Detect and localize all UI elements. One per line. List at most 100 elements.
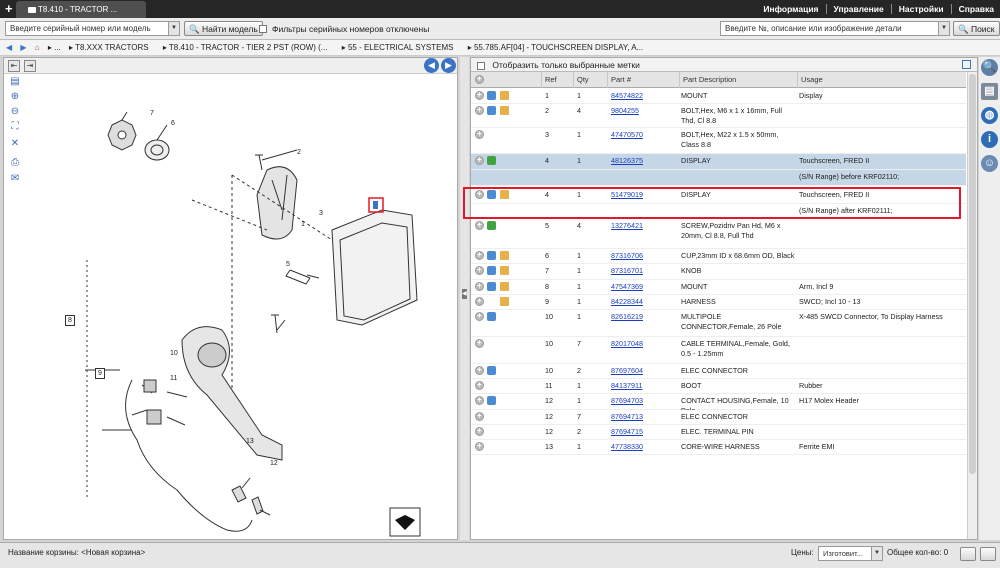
table-row[interactable]: 10 1 82616219 MULTIPOLE CONNECTOR,Female, 2… [471, 310, 966, 337]
cell-part[interactable]: 47547369 [611, 282, 677, 292]
substitute-icon[interactable] [487, 366, 496, 375]
col-desc[interactable]: Part Description [679, 72, 797, 88]
export-icon[interactable] [962, 60, 971, 69]
table-row[interactable]: 3 1 47470570 BOLT,Hex, M22 x 1.5 x 50mm, Cl… [471, 128, 966, 154]
add-to-cart-icon[interactable] [475, 281, 484, 291]
fit-icon[interactable]: ⛶ [8, 121, 22, 133]
search-button[interactable]: 🔍 Поиск [953, 21, 1000, 36]
col-ref[interactable]: Ref [541, 72, 573, 88]
callout-label[interactable]: 3 [319, 210, 323, 217]
add-to-cart-icon[interactable] [475, 441, 484, 451]
table-row[interactable]: 11184137911BOOTRubber [471, 379, 966, 394]
cell-part[interactable]: 48126375 [611, 156, 677, 166]
substitute-icon[interactable] [487, 266, 496, 275]
clear-selection-icon[interactable]: ✕ [8, 138, 22, 150]
chevron-down-icon[interactable]: ▼ [168, 22, 179, 35]
menu-item-info[interactable]: Информация [756, 4, 827, 14]
thumbnail-icon[interactable]: ▤ [8, 76, 22, 88]
add-to-cart-icon[interactable] [475, 338, 484, 348]
package-icon[interactable] [500, 251, 509, 260]
copy-cart-icon[interactable] [960, 547, 976, 561]
col-qty[interactable]: Qty [573, 72, 607, 88]
breadcrumb-item[interactable]: ▸ 55 - ELECTRICAL SYSTEMS [342, 43, 460, 52]
user-icon[interactable]: ☺ [981, 155, 998, 172]
cell-part[interactable]: 87694703 [611, 396, 677, 406]
add-to-cart-icon[interactable] [475, 311, 484, 321]
cell-part[interactable]: 82017048 [611, 339, 677, 349]
substitute-icon[interactable] [487, 312, 496, 321]
table-row[interactable]: 12 2 87694715 ELEC. TERMINAL PIN [471, 425, 966, 440]
add-to-cart-icon[interactable] [475, 220, 484, 230]
add-to-cart-icon[interactable] [475, 250, 484, 260]
cell-part[interactable]: 9804255 [611, 106, 677, 116]
cell-part[interactable]: 87694715 [611, 427, 677, 437]
table-row[interactable]: 4 1 48126375 DISPLAY Touchscreen, FRED II [471, 154, 966, 170]
callout-label[interactable]: 11 [170, 375, 177, 382]
zoom-in-icon[interactable]: ⊕ [8, 91, 22, 103]
add-to-cart-icon[interactable] [475, 189, 484, 199]
callout-label[interactable]: 5 [286, 261, 290, 268]
cell-part[interactable]: 87316701 [611, 266, 677, 276]
table-row[interactable]: 4 1 51479019 DISPLAY Touchscreen, FRED II [471, 188, 966, 204]
breadcrumb-item[interactable]: ▸ T8.XXX TRACTORS [69, 43, 155, 52]
search-parts-icon[interactable]: 🔍 [981, 59, 998, 76]
home-icon[interactable]: ⌂ [35, 43, 40, 52]
scroll-thumb[interactable] [969, 74, 976, 474]
package-icon[interactable] [500, 106, 509, 115]
cell-part[interactable]: 84574822 [611, 91, 677, 101]
table-row[interactable]: 1 1 84574822 MOUNT Display [471, 89, 966, 104]
col-part[interactable]: Part # [607, 72, 679, 88]
package-icon[interactable] [500, 266, 509, 275]
globe-icon[interactable]: ◍ [981, 107, 998, 124]
callout-label[interactable]: 6 [171, 120, 175, 127]
zoom-out-icon[interactable]: ⊖ [8, 106, 22, 118]
callout-label[interactable]: 1 [301, 221, 305, 228]
add-to-cart-icon[interactable] [475, 296, 484, 306]
collapse-handle-icon[interactable]: ◀ [462, 289, 467, 299]
prices-select[interactable]: Изготовит... ▼ [818, 546, 883, 561]
expand-right-icon[interactable]: ⇥ [24, 60, 36, 72]
add-to-cart-icon[interactable] [475, 395, 484, 405]
cell-part[interactable]: 82616219 [611, 312, 677, 322]
table-row[interactable]: 10 2 87697604 ELEC CONNECTOR [471, 364, 966, 379]
cell-part[interactable]: 84228344 [611, 297, 677, 307]
add-to-cart-icon[interactable] [475, 129, 484, 139]
cell-part[interactable]: 87316706 [611, 251, 677, 261]
callout-label[interactable]: 7 [150, 110, 154, 117]
new-tab-plus-icon[interactable]: + [5, 1, 13, 16]
table-row[interactable]: 6 1 87316706 CUP,23mm ID x 68.6mm OD, Black [471, 249, 966, 264]
add-to-cart-icon[interactable] [475, 105, 484, 115]
add-to-cart-icon[interactable] [475, 90, 484, 100]
callout-label[interactable]: 13 [246, 438, 254, 445]
callout-label[interactable]: 9 [95, 368, 105, 379]
replacement-arrow-icon[interactable] [487, 221, 496, 230]
col-usage[interactable]: Usage [797, 72, 966, 88]
cell-part[interactable]: 47470570 [611, 130, 677, 140]
menu-item-settings[interactable]: Настройки [892, 4, 952, 14]
add-to-cart-icon[interactable] [475, 155, 484, 165]
breadcrumb-item[interactable]: ▸ T8.410 - TRACTOR - TIER 2 PST (ROW) (.… [163, 43, 334, 52]
email-icon[interactable]: ✉ [8, 173, 22, 185]
package-icon[interactable] [500, 91, 509, 100]
exploded-view-diagram[interactable] [32, 80, 452, 540]
add-all-icon[interactable] [475, 74, 484, 84]
table-row[interactable]: 7 1 87316701 KNOB [471, 264, 966, 280]
replacement-arrow-icon[interactable] [487, 156, 496, 165]
cell-part[interactable]: 51479019 [611, 190, 677, 200]
table-row[interactable]: 8 1 47547369 MOUNT Arm, Incl 9 [471, 280, 966, 295]
open-cart-icon[interactable] [980, 547, 996, 561]
chevron-down-icon[interactable]: ▼ [871, 547, 882, 560]
substitute-icon[interactable] [487, 251, 496, 260]
add-to-cart-icon[interactable] [475, 265, 484, 275]
substitute-icon[interactable] [487, 91, 496, 100]
table-row[interactable]: 12187694703CONTACT HOUSING,Female, 10 Po… [471, 394, 966, 415]
cell-part[interactable]: 87694713 [611, 412, 677, 422]
table-row[interactable]: 10 7 82017048 CABLE TERMINAL,Female, Gold, … [471, 337, 966, 364]
part-search-input[interactable]: Введите №, описание или изображение дета… [720, 21, 950, 36]
show-selected-checkbox[interactable] [477, 61, 485, 70]
package-icon[interactable] [500, 190, 509, 199]
print-icon[interactable]: ⎙ [8, 157, 22, 169]
cell-part[interactable]: 47738330 [611, 442, 677, 452]
forward-arrow-icon[interactable]: ▶ [20, 43, 26, 52]
add-to-cart-icon[interactable] [475, 426, 484, 436]
